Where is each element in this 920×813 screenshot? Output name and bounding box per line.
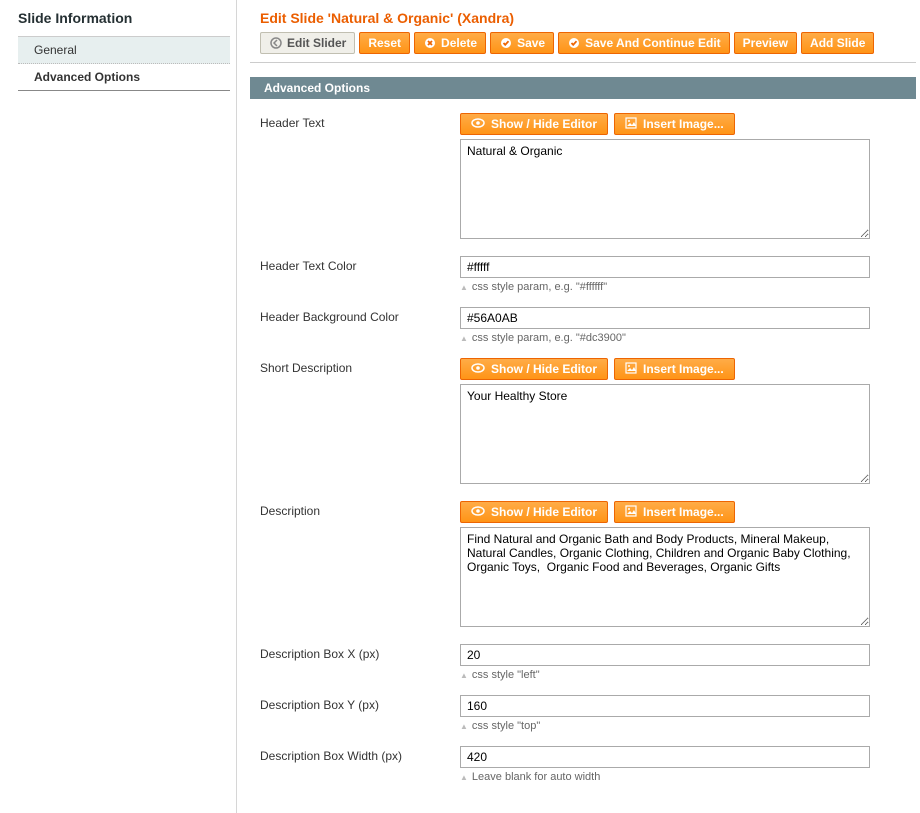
section-header: Advanced Options [250,77,916,99]
desc-box-x-input[interactable] [460,644,870,666]
eye-icon [471,505,485,519]
delete-button[interactable]: Delete [414,32,486,54]
check-icon [567,36,581,50]
check-icon [499,36,513,50]
row-short-description: Short Description Show / Hide Editor Ins… [246,354,920,497]
label-header-text-color: Header Text Color [260,256,460,293]
insert-image-button[interactable]: Insert Image... [614,113,735,135]
row-header-bg-color: Header Background Color css style param,… [246,303,920,354]
tab-advanced-options[interactable]: Advanced Options [18,64,230,91]
label-description: Description [260,501,460,630]
hint-header-bg-color: css style param, e.g. "#dc3900" [460,332,906,344]
image-icon [625,362,637,377]
edit-slider-button[interactable]: Edit Slider [260,32,355,54]
desc-box-y-input[interactable] [460,695,870,717]
sidebar-title: Slide Information [18,10,230,26]
add-slide-button[interactable]: Add Slide [801,32,874,54]
hint-header-text-color: css style param, e.g. "#ffffff" [460,281,906,293]
reset-button[interactable]: Reset [359,32,410,54]
header-text-input[interactable] [460,139,870,239]
hint-desc-box-width: Leave blank for auto width [460,771,906,783]
insert-image-button[interactable]: Insert Image... [614,501,735,523]
save-button[interactable]: Save [490,32,554,54]
delete-icon [423,36,437,50]
header-text-color-input[interactable] [460,256,870,278]
row-desc-box-y: Description Box Y (px) css style "top" [246,691,920,742]
show-hide-editor-button[interactable]: Show / Hide Editor [460,501,608,523]
page-title: Edit Slide 'Natural & Organic' (Xandra) [246,0,920,32]
row-desc-box-x: Description Box X (px) css style "left" [246,640,920,691]
eye-icon [471,362,485,376]
back-icon [269,36,283,50]
save-continue-button[interactable]: Save And Continue Edit [558,32,730,54]
action-button-bar: Edit Slider Reset Delete Save [246,32,920,62]
row-description: Description Show / Hide Editor Insert Im… [246,497,920,640]
hint-desc-box-x: css style "left" [460,669,906,681]
row-header-text: Header Text Show / Hide Editor Insert Im… [246,109,920,252]
eye-icon [471,117,485,131]
hint-desc-box-y: css style "top" [460,720,906,732]
description-input[interactable] [460,527,870,627]
row-header-text-color: Header Text Color css style param, e.g. … [246,252,920,303]
short-description-input[interactable] [460,384,870,484]
main-content: Edit Slide 'Natural & Organic' (Xandra) … [246,0,920,813]
label-desc-box-width: Description Box Width (px) [260,746,460,783]
label-desc-box-x: Description Box X (px) [260,644,460,681]
insert-image-button[interactable]: Insert Image... [614,358,735,380]
image-icon [625,117,637,132]
desc-box-width-input[interactable] [460,746,870,768]
show-hide-editor-button[interactable]: Show / Hide Editor [460,113,608,135]
divider [250,62,916,63]
image-icon [625,505,637,520]
sidebar-tabs: General Advanced Options [18,36,230,91]
vertical-divider [236,0,246,813]
show-hide-editor-button[interactable]: Show / Hide Editor [460,358,608,380]
row-desc-box-width: Description Box Width (px) Leave blank f… [246,742,920,793]
label-header-text: Header Text [260,113,460,242]
preview-button[interactable]: Preview [734,32,797,54]
sidebar: Slide Information General Advanced Optio… [0,0,230,813]
label-desc-box-y: Description Box Y (px) [260,695,460,732]
label-header-bg-color: Header Background Color [260,307,460,344]
header-bg-color-input[interactable] [460,307,870,329]
tab-general[interactable]: General [18,37,230,64]
label-short-description: Short Description [260,358,460,487]
